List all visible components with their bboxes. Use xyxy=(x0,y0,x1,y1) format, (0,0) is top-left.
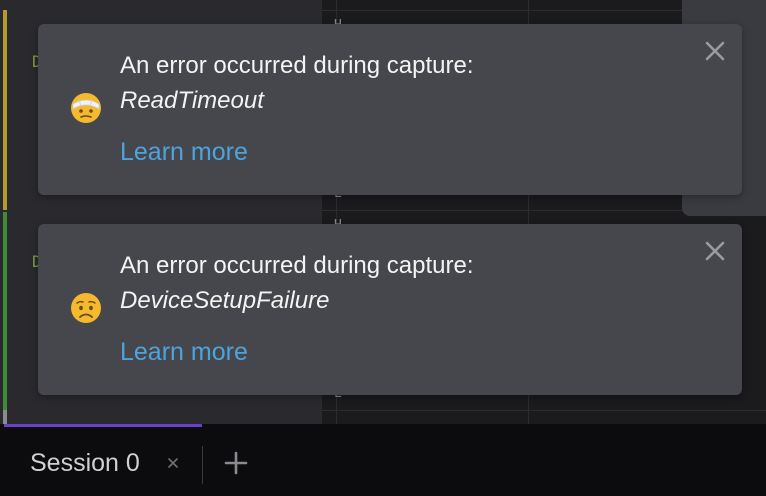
error-notification: An error occurred during capture: Device… xyxy=(38,224,742,395)
app-window: D D H H L L An error occurred during cap… xyxy=(0,0,766,496)
tab-separator xyxy=(202,446,203,484)
track-color-strip xyxy=(0,10,10,210)
worried-face-icon xyxy=(71,293,101,323)
tab-close-icon[interactable] xyxy=(166,456,180,470)
error-notification: An error occurred during capture: ReadTi… xyxy=(38,24,742,195)
timeline-row-divider xyxy=(322,410,766,411)
face-with-head-bandage-icon xyxy=(71,93,101,123)
notification-error-code: ReadTimeout xyxy=(120,87,264,114)
tab-label: Session 0 xyxy=(30,449,140,477)
plus-icon[interactable] xyxy=(222,449,250,477)
notification-title: An error occurred during capture: xyxy=(120,52,474,79)
track-color-strip xyxy=(0,212,10,410)
track-color-strip xyxy=(0,410,10,424)
tab-session-0[interactable]: Session 0 xyxy=(4,426,202,496)
learn-more-link[interactable]: Learn more xyxy=(120,137,248,167)
learn-more-link[interactable]: Learn more xyxy=(120,337,248,367)
notification-title: An error occurred during capture: xyxy=(120,252,474,279)
notification-error-code: DeviceSetupFailure xyxy=(120,287,330,314)
close-icon[interactable] xyxy=(702,38,728,64)
close-icon[interactable] xyxy=(702,238,728,264)
